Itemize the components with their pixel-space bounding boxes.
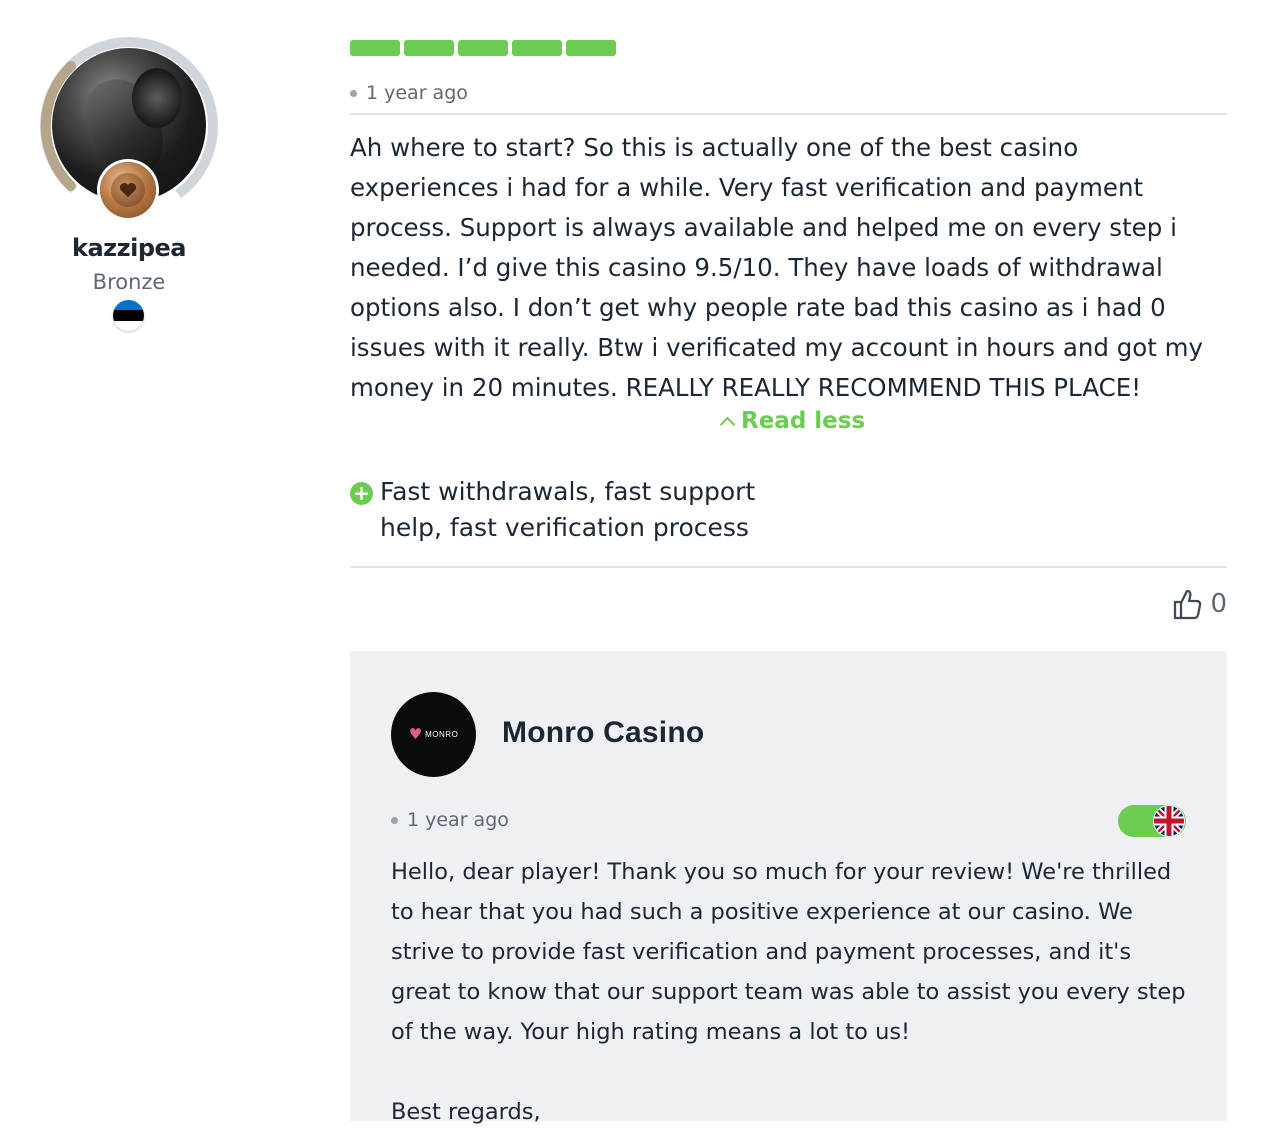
bronze-heart-badge-icon: [100, 162, 156, 218]
translate-toggle[interactable]: [1118, 805, 1186, 837]
read-less-button[interactable]: Read less: [719, 408, 866, 434]
reviewer-rank: Bronze: [92, 270, 166, 294]
reply-time: 1 year ago: [407, 809, 509, 831]
plus-icon: +: [350, 482, 373, 505]
bullet-dot: [350, 89, 357, 97]
pro-item: Fast withdrawals, fast support help, fas…: [380, 477, 756, 542]
casino-name[interactable]: Monro Casino: [502, 716, 704, 750]
reply-text: Hello, dear player! Thank you so much fo…: [391, 859, 1186, 1045]
rating-segment: [404, 40, 454, 56]
review-text: Ah where to start? So this is actually o…: [350, 133, 1204, 402]
divider: [350, 113, 1227, 115]
review-meta: 1 year ago: [350, 82, 468, 104]
bullet-dot: [391, 816, 398, 824]
reply-signoff: Best regards,: [391, 1099, 541, 1125]
like-button[interactable]: 0: [1172, 588, 1227, 620]
estonia-flag-icon: [113, 300, 144, 331]
rating-segment: [566, 40, 616, 56]
rating-bar: [350, 40, 616, 56]
review-time: 1 year ago: [366, 82, 468, 104]
divider: [350, 566, 1227, 568]
rating-segment: [350, 40, 400, 56]
uk-flag-icon: [1154, 806, 1184, 836]
read-less-label: Read less: [741, 408, 866, 434]
chevron-up-icon: [719, 416, 736, 432]
like-count: 0: [1210, 589, 1227, 619]
heart-icon: ♥: [408, 725, 423, 743]
reply-meta: 1 year ago: [391, 809, 509, 831]
reviewer-username[interactable]: kazzipea: [0, 234, 258, 262]
logo-text: MONRO: [425, 730, 459, 739]
casino-reply: ♥ MONRO Monro Casino 1 year ago Hello, d…: [350, 651, 1227, 1125]
rating-segment: [458, 40, 508, 56]
thumbs-up-icon: [1174, 589, 1202, 620]
rating-segment: [512, 40, 562, 56]
casino-logo[interactable]: ♥ MONRO: [391, 692, 476, 777]
